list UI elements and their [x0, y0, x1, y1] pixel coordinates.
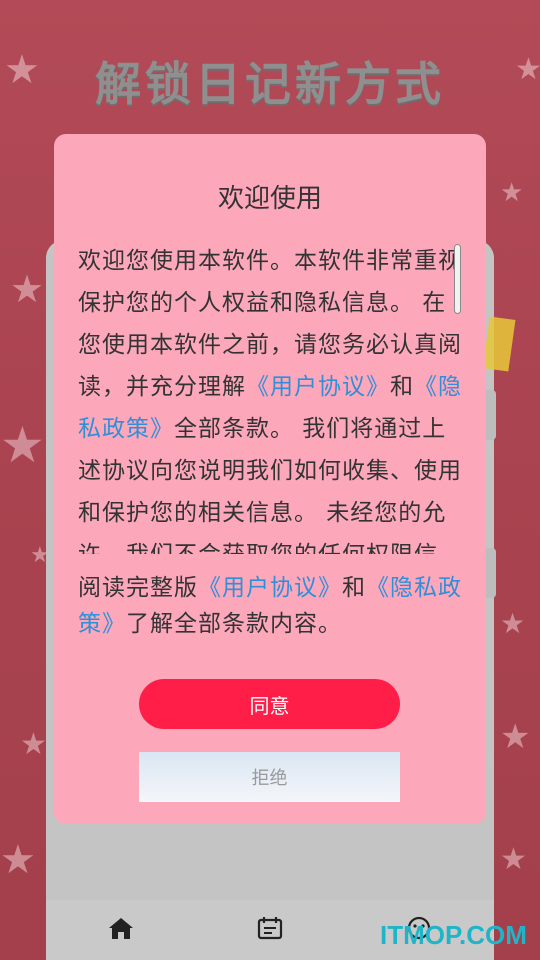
scrollbar[interactable]	[454, 244, 461, 314]
star-icon: ★	[0, 837, 36, 883]
footer-mid: 和	[342, 575, 366, 601]
footer-prefix: 阅读完整版	[78, 575, 198, 601]
footer-suffix: 了解全部条款内容。	[126, 611, 342, 637]
dialog-body-scroll[interactable]: 欢迎您使用本软件。本软件非常重视保护您的个人权益和隐私信息。 在您使用本软件之前…	[78, 240, 464, 554]
star-icon: ★	[500, 842, 527, 877]
dialog-body-text: 欢迎您使用本软件。本软件非常重视保护您的个人权益和隐私信息。 在您使用本软件之前…	[78, 240, 464, 554]
background-title: 解锁日记新方式	[95, 57, 445, 111]
star-icon: ★	[20, 727, 47, 762]
footer-user-agreement-link[interactable]: 《用户协议》	[198, 575, 342, 601]
user-agreement-link[interactable]: 《用户协议》	[246, 374, 390, 400]
calendar-icon[interactable]	[256, 914, 284, 942]
star-icon: ★	[0, 416, 45, 474]
reject-button[interactable]: 拒绝	[139, 752, 400, 802]
home-icon[interactable]	[107, 914, 135, 942]
dialog-title: 欢迎使用	[217, 184, 322, 214]
star-icon: ★	[500, 607, 526, 640]
dialog-footer-text: 阅读完整版《用户协议》和《隐私政策》了解全部条款内容。	[78, 570, 468, 642]
body-text-2: 和	[390, 374, 414, 400]
star-icon: ★	[500, 178, 524, 208]
star-icon: ★	[10, 267, 45, 311]
watermark-text: ITMOP.COM	[380, 920, 527, 950]
star-icon: ★	[500, 717, 531, 757]
privacy-dialog: 欢迎使用 欢迎您使用本软件。本软件非常重视保护您的个人权益和隐私信息。 在您使用…	[54, 134, 486, 824]
agree-button[interactable]: 同意	[139, 679, 400, 729]
